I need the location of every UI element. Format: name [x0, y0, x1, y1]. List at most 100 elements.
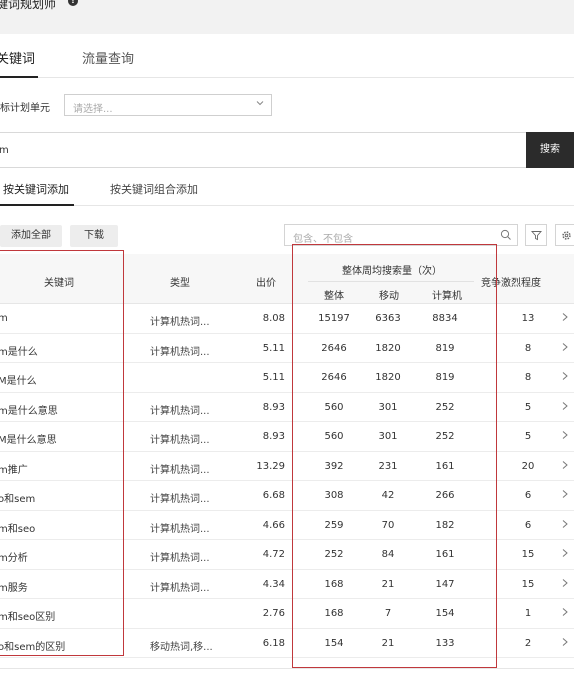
competition-cell: 5: [524, 401, 532, 413]
competition-cell: 6: [524, 490, 532, 501]
info-icon[interactable]: !: [68, 0, 78, 6]
volume-all-cell: 168: [324, 608, 344, 619]
volume-pc-cell: 161: [435, 549, 455, 560]
chevron-down-icon: [256, 101, 264, 106]
tab-traffic-query[interactable]: 流量查询: [82, 48, 134, 67]
header-keyword[interactable]: 关键词: [44, 274, 74, 289]
type-cell: 计算机热词...: [150, 346, 210, 358]
keyword-cell: o和sem: [0, 494, 36, 505]
tab-add-by-keyword[interactable]: 按关键词添加: [3, 181, 69, 197]
table-row[interactable]: o和sem的区别 移动热词,移... 6.18 154 21 133 2: [0, 629, 574, 658]
download-button[interactable]: 下载: [70, 225, 118, 247]
chevron-right-icon[interactable]: [561, 548, 569, 558]
volume-all-cell: 154: [324, 637, 344, 649]
header-weekly-volume: 整体周均搜索量（次）: [342, 266, 442, 277]
table-row[interactable]: m服务 计算机热词... 4.34 168 21 147 15: [0, 570, 574, 599]
competition-cell: 20: [521, 460, 535, 472]
chevron-right-icon[interactable]: [561, 637, 569, 647]
volume-mobile-cell: 7: [384, 608, 392, 619]
bid-cell: 8.93: [262, 431, 285, 442]
volume-all-cell: 560: [324, 401, 344, 413]
volume-pc-cell: 252: [435, 431, 455, 442]
bid-cell: 4.34: [262, 578, 285, 590]
keyword-cell: o和sem的区别: [0, 641, 66, 653]
volume-all-cell: 259: [324, 519, 344, 531]
search-icon[interactable]: [500, 229, 512, 241]
filter-input[interactable]: 包含、不包含: [284, 224, 518, 246]
bid-cell: 5.11: [262, 372, 285, 383]
competition-cell: 2: [524, 637, 532, 649]
plan-unit-select[interactable]: 请选择...: [64, 94, 272, 116]
chevron-right-icon[interactable]: [561, 371, 569, 381]
add-all-button[interactable]: 添加全部: [0, 225, 62, 247]
volume-mobile-cell: 1820: [375, 342, 401, 354]
filter-button[interactable]: [525, 224, 547, 246]
header-volume-mobile[interactable]: 移动: [379, 287, 399, 302]
volume-all-cell: 308: [324, 490, 344, 501]
bid-cell: 8.08: [262, 313, 285, 324]
volume-pc-cell: 252: [435, 401, 455, 413]
funnel-icon: [531, 231, 542, 241]
header-volume-pc[interactable]: 计算机: [432, 287, 462, 302]
plan-unit-label: 标计划单元: [0, 103, 50, 114]
settings-button[interactable]: [555, 224, 574, 246]
volume-all-cell: 252: [324, 549, 344, 560]
type-cell: 计算机热词...: [150, 317, 210, 328]
competition-cell: 8: [524, 342, 532, 354]
table-row[interactable]: m和seo区别 2.76 168 7 154 1: [0, 599, 574, 629]
keyword-cell: m推广: [0, 464, 28, 476]
chevron-right-icon[interactable]: [561, 607, 569, 617]
add-mode-tabs: 按关键词添加 按关键词组合添加: [0, 168, 574, 206]
volume-mobile-cell: 84: [381, 549, 395, 560]
keyword-cell: m服务: [0, 582, 28, 594]
volume-mobile-cell: 1820: [375, 372, 401, 383]
competition-cell: 15: [521, 578, 535, 590]
header-divider: [308, 281, 474, 282]
search-button[interactable]: 搜索: [526, 132, 574, 168]
table-row[interactable]: m分析 计算机热词... 4.72 252 84 161 15: [0, 540, 574, 570]
table-row[interactable]: o和sem 计算机热词... 6.68 308 42 266 6: [0, 481, 574, 511]
header-type[interactable]: 类型: [170, 274, 190, 289]
tab-keywords[interactable]: 关键词: [0, 48, 35, 67]
chevron-right-icon[interactable]: [561, 460, 569, 470]
type-cell: 计算机热词...: [150, 582, 210, 594]
bid-cell: 5.11: [262, 342, 285, 354]
type-cell: 计算机热词...: [150, 553, 210, 564]
chevron-right-icon[interactable]: [561, 401, 569, 411]
bid-cell: 8.93: [262, 401, 285, 413]
chevron-right-icon[interactable]: [561, 519, 569, 529]
chevron-right-icon[interactable]: [561, 342, 569, 352]
table-row[interactable]: m 计算机热词... 8.08 15197 6363 8834 13: [0, 304, 574, 334]
table-row[interactable]: m是什么 计算机热词... 5.11 2646 1820 819 8: [0, 334, 574, 363]
table-bottom-border: [0, 668, 574, 669]
chevron-right-icon[interactable]: [561, 312, 569, 322]
volume-all-cell: 15197: [318, 313, 350, 324]
header-bid[interactable]: 出价: [256, 274, 276, 289]
keyword-search-input[interactable]: m: [0, 132, 528, 168]
table-row[interactable]: M是什么 5.11 2646 1820 819 8: [0, 363, 574, 393]
bid-cell: 4.72: [262, 549, 285, 560]
table-row[interactable]: m和seo 计算机热词... 4.66 259 70 182 6: [0, 511, 574, 540]
competition-cell: 5: [524, 431, 532, 442]
keyword-cell: m和seo: [0, 523, 36, 535]
tab-add-by-combination[interactable]: 按关键词组合添加: [110, 181, 198, 197]
table-row[interactable]: m是什么意思 计算机热词... 8.93 560 301 252 5: [0, 393, 574, 422]
chevron-right-icon[interactable]: [561, 430, 569, 440]
chevron-right-icon[interactable]: [561, 578, 569, 588]
chevron-right-icon[interactable]: [561, 489, 569, 499]
keyword-cell: m分析: [0, 553, 28, 564]
type-cell: 计算机热词...: [150, 405, 210, 417]
table-row[interactable]: M是什么意思 计算机热词... 8.93 560 301 252 5: [0, 422, 574, 452]
table-row[interactable]: m推广 计算机热词... 13.29 392 231 161 20: [0, 452, 574, 481]
type-cell: 计算机热词...: [150, 435, 210, 446]
competition-cell: 15: [521, 549, 535, 560]
header-volume-all[interactable]: 整体: [324, 287, 344, 302]
type-cell: 计算机热词...: [150, 494, 210, 505]
volume-pc-cell: 819: [435, 342, 455, 354]
volume-pc-cell: 819: [435, 372, 455, 383]
volume-all-cell: 392: [324, 460, 344, 472]
bid-cell: 2.76: [262, 608, 285, 619]
header-competition[interactable]: 竞争激烈程度: [481, 274, 541, 289]
table-header: 关键词 类型 出价 整体周均搜索量（次） 整体 移动 计算机 竞争激烈程度: [0, 254, 574, 304]
keyword-cell: M是什么意思: [0, 435, 57, 446]
